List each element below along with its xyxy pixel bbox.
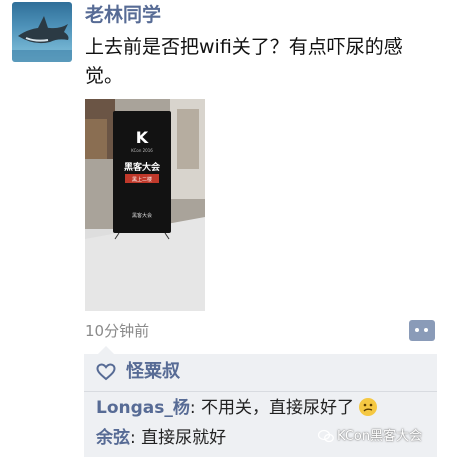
watermark: KCon黑客大会 xyxy=(317,428,423,446)
comment-separator: : xyxy=(130,428,142,448)
post-username[interactable]: 老林同学 xyxy=(85,2,161,28)
comment-item[interactable]: 余弦: 直接尿就好 xyxy=(96,426,226,450)
post-timestamp: 10分钟前 xyxy=(85,322,150,340)
post-text: 上去前是否把wifi关了？有点吓尿的感觉。 xyxy=(85,36,403,87)
post-photo[interactable]: K KCon 2016 黑客大会 黑上二楼 黑客大会 xyxy=(85,99,205,311)
shark-icon xyxy=(12,16,72,62)
comment-separator: : xyxy=(189,398,202,418)
watermark-text: KCon黑客大会 xyxy=(337,429,423,444)
comment-text: 直接尿就好 xyxy=(141,428,227,448)
heart-icon xyxy=(96,363,116,381)
comment-item[interactable]: Longas_杨: 不用关，直接尿好了 xyxy=(96,396,378,420)
comment-bubble-icon[interactable] xyxy=(409,320,435,341)
banner-title: 黑客大会 xyxy=(124,161,161,173)
banner-logo-sub: KCon 2016 xyxy=(131,148,153,153)
comment-author[interactable]: Longas_杨 xyxy=(96,398,190,418)
comment-author[interactable]: 余弦 xyxy=(96,428,130,448)
likes-row: 怪粟叔 xyxy=(84,354,437,392)
wechat-icon xyxy=(317,429,334,443)
confused-emoji-icon xyxy=(359,398,378,416)
banner-photo-image: K KCon 2016 黑客大会 黑上二楼 黑客大会 xyxy=(85,99,205,311)
banner-subtitle: 黑上二楼 xyxy=(132,176,152,183)
avatar[interactable] xyxy=(12,2,72,62)
like-user-name[interactable]: 怪粟叔 xyxy=(126,361,180,383)
banner-bottom-text: 黑客大会 xyxy=(132,212,152,219)
comment-text: 不用关，直接尿好了 xyxy=(201,398,355,418)
banner-logo-letter: K xyxy=(136,128,149,147)
